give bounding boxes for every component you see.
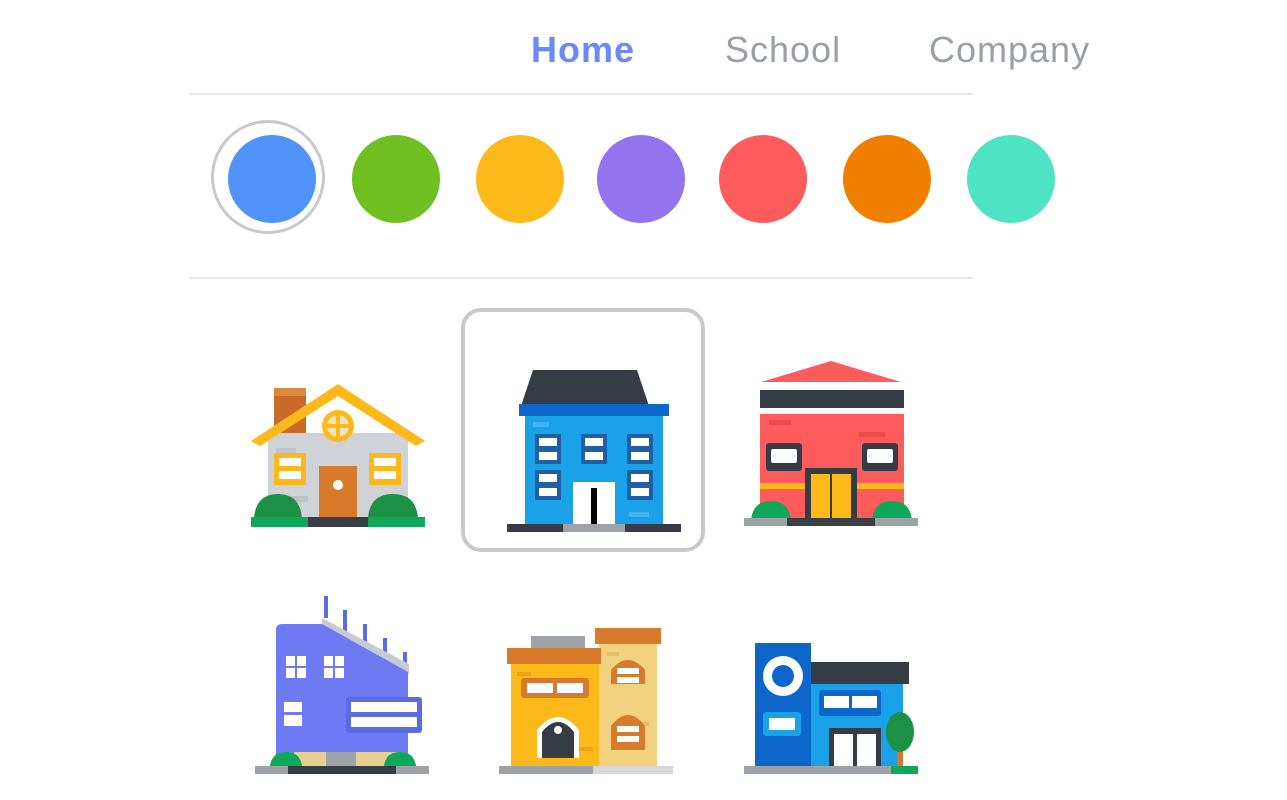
shop-icon [744, 643, 918, 774]
building-option-solar-building[interactable] [216, 552, 460, 796]
color-swatch-teal[interactable] [967, 135, 1055, 223]
warehouse-icon [744, 361, 918, 526]
color-swatch-purple[interactable] [597, 135, 685, 223]
top-divider [190, 93, 973, 95]
townhouse-icon [507, 370, 681, 532]
building-option-warehouse[interactable] [709, 308, 953, 552]
building-option-townhouse[interactable] [461, 308, 705, 552]
color-swatch-orange[interactable] [843, 135, 931, 223]
color-swatch-blue[interactable] [228, 135, 316, 223]
house-icon [251, 384, 425, 527]
apartment-icon [499, 628, 673, 774]
building-option-house[interactable] [216, 308, 460, 552]
tab-company[interactable]: Company [929, 26, 1090, 74]
middle-divider [190, 277, 973, 279]
building-option-shop[interactable] [709, 552, 953, 796]
color-swatch-yellow[interactable] [476, 135, 564, 223]
building-type-tabs: Home School Company [0, 26, 1287, 76]
tab-school[interactable]: School [725, 26, 841, 74]
color-swatch-red[interactable] [719, 135, 807, 223]
building-option-apartment[interactable] [461, 552, 705, 796]
solar-building-icon [255, 596, 429, 774]
color-swatch-green[interactable] [352, 135, 440, 223]
tab-home[interactable]: Home [531, 26, 635, 74]
